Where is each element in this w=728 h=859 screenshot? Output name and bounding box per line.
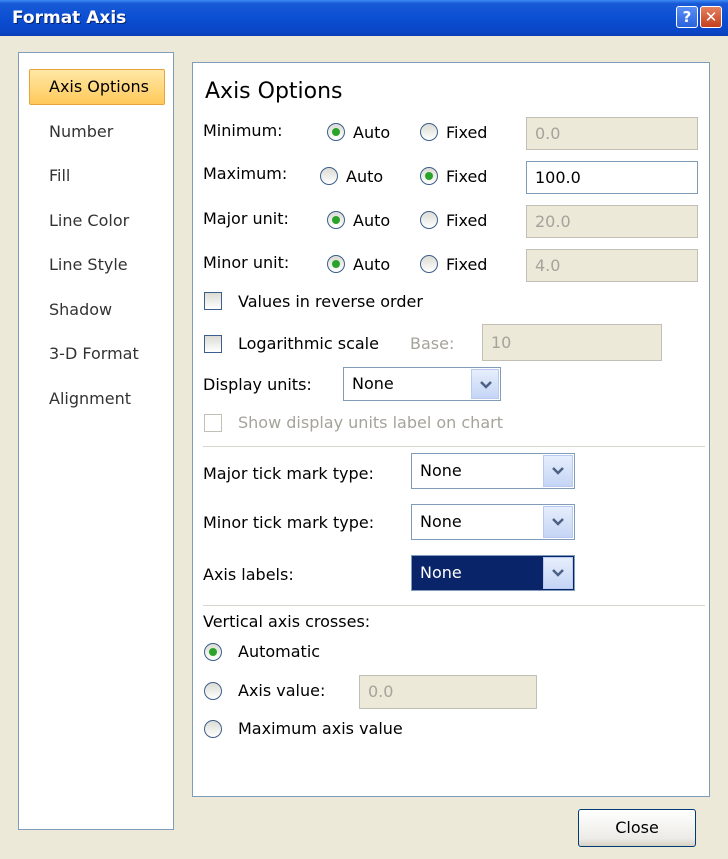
base-value-field[interactable]: 10: [482, 324, 662, 361]
divider: [203, 605, 705, 606]
major-unit-fixed-label: Fixed: [446, 211, 488, 230]
minor-tick-select[interactable]: None: [411, 504, 575, 540]
log-scale-checkbox[interactable]: [204, 335, 222, 353]
axis-labels-label: Axis labels:: [203, 565, 294, 584]
maximum-fixed-label: Fixed: [446, 167, 488, 186]
crosses-automatic-radio[interactable]: [204, 643, 222, 661]
major-unit-auto-label: Auto: [353, 211, 391, 230]
log-scale-label: Logarithmic scale: [238, 334, 379, 353]
sidebar-item-axis-options[interactable]: Axis Options: [29, 69, 165, 105]
minimum-auto-label: Auto: [353, 123, 391, 142]
close-icon[interactable]: ✕: [700, 6, 722, 28]
sidebar-item-shadow[interactable]: Shadow: [29, 292, 165, 328]
crosses-max-value-label: Maximum axis value: [238, 719, 403, 738]
minimum-label: Minimum:: [203, 121, 283, 140]
title-bar: Format Axis ? ✕: [0, 0, 728, 36]
chevron-down-icon[interactable]: [471, 369, 499, 399]
major-unit-label: Major unit:: [203, 209, 289, 228]
dialog-title: Format Axis: [12, 8, 127, 28]
display-units-select[interactable]: None: [343, 367, 501, 401]
axis-labels-select[interactable]: None: [411, 555, 575, 591]
close-button[interactable]: Close: [578, 809, 696, 847]
axis-options-panel: Axis Options Minimum: Auto Fixed 0.0 Max…: [192, 62, 710, 797]
section-title: Axis Options: [205, 79, 343, 104]
crosses-axis-value-label: Axis value:: [238, 681, 326, 700]
major-unit-value-field[interactable]: 20.0: [526, 205, 698, 238]
maximum-value-field[interactable]: 100.0: [526, 161, 698, 194]
major-tick-value: None: [420, 461, 462, 480]
minimum-value-field[interactable]: 0.0: [526, 117, 698, 150]
minor-unit-fixed-label: Fixed: [446, 255, 488, 274]
chevron-down-icon[interactable]: [543, 455, 573, 487]
maximum-auto-radio[interactable]: [320, 167, 338, 185]
axis-labels-value: None: [420, 563, 462, 582]
sidebar-item-number[interactable]: Number: [29, 114, 165, 150]
major-unit-fixed-radio[interactable]: [420, 211, 438, 229]
major-tick-label: Major tick mark type:: [203, 464, 374, 483]
maximum-auto-label: Auto: [346, 167, 384, 186]
minor-unit-auto-radio[interactable]: [327, 255, 345, 273]
crosses-axis-value-radio[interactable]: [204, 682, 222, 700]
crosses-label: Vertical axis crosses:: [203, 612, 371, 631]
minor-unit-fixed-radio[interactable]: [420, 255, 438, 273]
help-icon[interactable]: ?: [676, 6, 698, 28]
chevron-down-icon[interactable]: [543, 557, 573, 589]
category-list: Axis Options Number Fill Line Color Line…: [18, 52, 174, 830]
maximum-label: Maximum:: [203, 164, 288, 183]
minimum-fixed-radio[interactable]: [420, 123, 438, 141]
minor-tick-label: Minor tick mark type:: [203, 513, 375, 532]
major-unit-auto-radio[interactable]: [327, 211, 345, 229]
show-units-label: Show display units label on chart: [238, 413, 503, 432]
reverse-order-label: Values in reverse order: [238, 292, 423, 311]
sidebar-item-3d-format[interactable]: 3-D Format: [29, 336, 165, 372]
crosses-automatic-label: Automatic: [238, 642, 321, 661]
minor-tick-value: None: [420, 512, 462, 531]
display-units-value: None: [352, 374, 394, 393]
sidebar-item-line-style[interactable]: Line Style: [29, 247, 165, 283]
sidebar-item-alignment[interactable]: Alignment: [29, 381, 165, 417]
divider: [203, 446, 705, 447]
minimum-auto-radio[interactable]: [327, 123, 345, 141]
axis-value-field[interactable]: 0.0: [359, 675, 537, 709]
chevron-down-icon[interactable]: [543, 506, 573, 538]
maximum-fixed-radio[interactable]: [420, 167, 438, 185]
display-units-label: Display units:: [203, 375, 312, 394]
minor-unit-auto-label: Auto: [353, 255, 391, 274]
minor-unit-label: Minor unit:: [203, 253, 290, 272]
minimum-fixed-label: Fixed: [446, 123, 488, 142]
reverse-order-checkbox[interactable]: [204, 292, 222, 310]
base-label: Base:: [410, 334, 455, 353]
sidebar-item-line-color[interactable]: Line Color: [29, 203, 165, 239]
crosses-max-value-radio[interactable]: [204, 720, 222, 738]
major-tick-select[interactable]: None: [411, 453, 575, 489]
show-units-checkbox[interactable]: [204, 414, 222, 432]
minor-unit-value-field[interactable]: 4.0: [526, 249, 698, 282]
sidebar-item-fill[interactable]: Fill: [29, 158, 165, 194]
